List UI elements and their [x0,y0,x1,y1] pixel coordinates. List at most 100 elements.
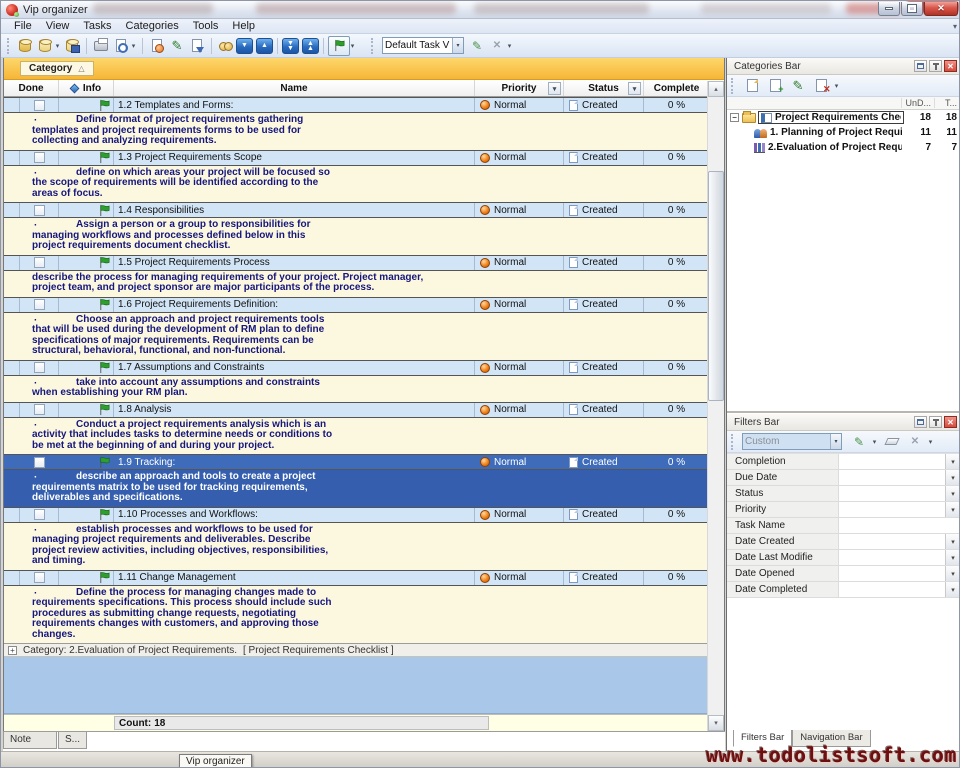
delete-task-button[interactable] [187,36,207,56]
apply-view-button[interactable]: ✎ [467,36,487,56]
task-description-row[interactable]: · establish processes and workflows to b… [4,523,709,570]
menu-item[interactable]: File [7,20,39,32]
add-subcategory-button[interactable]: + [765,76,785,96]
filter-value-field[interactable] [839,582,945,597]
task-row[interactable]: 1.7 Assumptions and Constraints Normal C… [4,360,709,376]
task-description-row[interactable]: · Assign a person or a group to responsi… [4,218,709,255]
column-header-info[interactable]: Info [59,80,114,96]
tab-note[interactable]: Note [3,732,57,749]
column-header-status[interactable]: Status ▾ [564,80,644,96]
task-row[interactable]: 1.9 Tracking: Normal Created 0 % [4,454,709,470]
filter-value-field[interactable] [839,454,945,469]
done-checkbox[interactable] [34,457,45,468]
task-description-row[interactable]: describe the process for managing requir… [4,271,709,297]
scroll-down-button[interactable]: ▾ [708,715,724,731]
filter-dropdown-button[interactable]: ▾ [945,566,960,581]
filter-value-field[interactable] [839,534,945,549]
close-button[interactable]: ✕ [924,2,958,16]
done-checkbox[interactable] [34,205,45,216]
view-button[interactable] [216,36,236,56]
filter-preset-combobox[interactable]: Custom ▾ [742,433,842,450]
column-header-complete[interactable]: Complete [644,80,709,96]
column-header-name[interactable]: Name [114,80,475,96]
combobox-dropdown-icon[interactable]: ▾ [452,38,463,53]
task-row[interactable]: 1.6 Project Requirements Definition: Nor… [4,297,709,313]
task-description-row[interactable]: · Define format of project requirements … [4,113,709,150]
edit-category-button[interactable]: ✎ [788,76,808,96]
done-checkbox[interactable] [34,362,45,373]
filter-value-field[interactable] [839,566,945,581]
filters-overflow-icon[interactable]: ▾ [926,438,935,446]
scrollbar-thumb[interactable] [708,171,724,401]
task-row[interactable]: 1.2 Templates and Forms: Normal Created … [4,97,709,113]
menu-item[interactable]: Tasks [76,20,118,32]
menu-item[interactable]: Help [225,20,262,32]
category-tree-item[interactable]: − 2.Evaluation of Project Requir 7 7 [727,140,960,155]
filter-value-field[interactable] [839,518,945,533]
save-filter-button[interactable]: ✎ [849,432,869,452]
remove-filter-button[interactable]: ✕ [905,432,925,452]
pin-panel-button[interactable] [929,60,942,72]
print-preview-button[interactable] [111,36,131,56]
category-tree-item[interactable]: − 1. Planning of Project Require 11 11 [727,125,960,140]
scroll-up-button[interactable]: ▴ [708,81,724,97]
move-up-button[interactable]: ▲ [256,38,273,54]
combobox-dropdown-icon[interactable]: ▾ [830,434,841,449]
task-description-row[interactable]: · Choose an approach and project require… [4,313,709,360]
move-top-button[interactable]: ▲▲ [302,38,319,54]
column-header-done[interactable]: Done [4,80,59,96]
menu-item[interactable]: Categories [119,20,186,32]
menu-overflow-icon[interactable]: ▾ [953,22,957,31]
tab-more[interactable]: S... [58,732,87,749]
task-view-combobox[interactable]: Default Task V ▾ [382,37,464,54]
filter-dropdown-button[interactable]: ▾ [945,550,960,565]
task-row[interactable]: 1.10 Processes and Workflows: Normal Cre… [4,507,709,523]
task-description-row[interactable]: · Define the process for managing change… [4,586,709,644]
done-checkbox[interactable] [34,404,45,415]
done-checkbox[interactable] [34,572,45,583]
collapsed-group-row[interactable]: + Category: 2.Evaluation of Project Requ… [4,643,709,657]
menu-item[interactable]: Tools [186,20,226,32]
task-row[interactable]: 1.11 Change Management Normal Created 0 … [4,570,709,586]
pin-panel-button[interactable] [929,416,942,428]
move-down-button[interactable]: ▼ [236,38,253,54]
task-row[interactable]: 1.8 Analysis Normal Created 0 % [4,402,709,418]
add-reminder-button[interactable] [147,36,167,56]
clear-view-button[interactable]: ✕ [487,36,507,56]
delete-category-button[interactable]: ✕ [811,76,831,96]
print-button[interactable] [91,36,111,56]
total-column-header[interactable]: T... [934,98,960,108]
done-checkbox[interactable] [34,257,45,268]
new-category-button[interactable] [742,76,762,96]
minimize-button[interactable] [878,2,900,16]
collapse-icon[interactable]: − [730,113,739,122]
filter-dropdown-button[interactable]: ▾ [945,502,960,517]
menu-item[interactable]: View [39,20,77,32]
new-task-button[interactable] [15,36,35,56]
close-panel-button[interactable]: ✕ [944,416,957,428]
column-header-priority[interactable]: Priority ▾ [475,80,564,96]
categories-overflow-icon[interactable]: ▾ [832,82,841,90]
undock-panel-button[interactable] [914,416,927,428]
task-description-row[interactable]: · describe an approach and tools to crea… [4,470,709,507]
filter-value-field[interactable] [839,470,945,485]
filter-value-field[interactable] [839,550,945,565]
filter-dropdown-button[interactable]: ▾ [945,470,960,485]
undock-panel-button[interactable] [914,60,927,72]
done-checkbox[interactable] [34,509,45,520]
close-panel-button[interactable]: ✕ [944,60,957,72]
expand-group-icon[interactable]: + [8,646,17,655]
status-filter-button[interactable]: ▾ [628,82,641,95]
clear-filter-button[interactable] [882,432,902,452]
move-bottom-button[interactable]: ▼▼ [282,38,299,54]
flag-filter-toggle[interactable] [328,36,350,56]
vertical-scrollbar[interactable]: ▴ ▾ [707,81,724,731]
filter-value-field[interactable] [839,502,945,517]
filter-dropdown-button[interactable]: ▾ [945,454,960,469]
filter-dropdown-button[interactable]: ▾ [945,534,960,549]
save-filter-dropdown-icon[interactable]: ▾ [870,438,879,446]
task-row[interactable]: 1.5 Project Requirements Process Normal … [4,255,709,271]
category-tree-item[interactable]: − Project Requirements Checklis 18 18 [727,110,960,125]
done-checkbox[interactable] [34,299,45,310]
save-button[interactable] [62,36,82,56]
